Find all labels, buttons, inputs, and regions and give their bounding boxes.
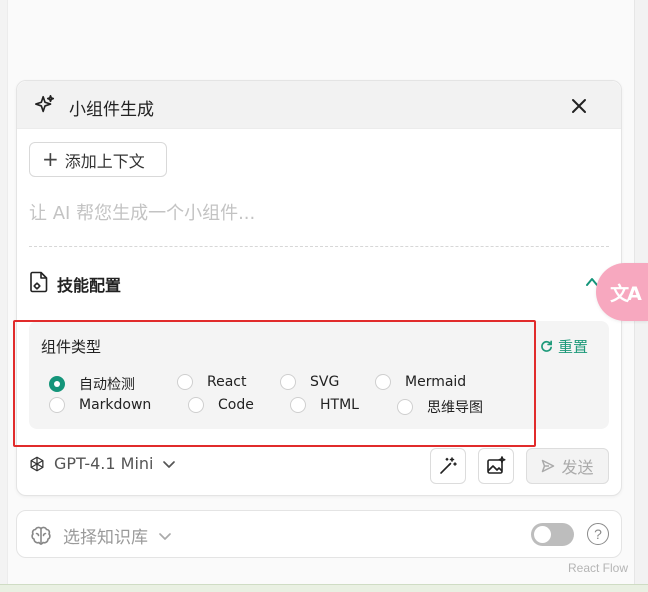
radio-button[interactable] [375, 374, 391, 390]
chevron-down-icon [162, 460, 175, 468]
translate-icon: 文A [610, 282, 642, 305]
radio-label: React [207, 374, 247, 390]
chevron-down-icon [159, 532, 171, 540]
radio-button[interactable] [290, 397, 306, 413]
translate-button[interactable]: 文A [596, 263, 648, 321]
react-flow-attribution[interactable]: React Flow [568, 561, 628, 575]
widget-generator-panel: 小组件生成 + 添加上下文 技能配置 组件类型 重置 [16, 80, 622, 496]
knowledge-base-label: 选择知识库 [63, 528, 148, 548]
left-edge [0, 0, 8, 586]
radio-auto-detect[interactable]: 自动检测 [49, 374, 135, 394]
panel-title: 小组件生成 [69, 100, 154, 120]
add-context-label: 添加上下文 [64, 151, 145, 171]
reset-label: 重置 [558, 338, 589, 356]
radio-label: Markdown [79, 397, 152, 413]
bottom-strip [0, 584, 648, 592]
reset-button[interactable]: 重置 [540, 336, 588, 357]
knowledge-base-selector[interactable]: 选择知识库 [29, 523, 172, 548]
radio-mermaid[interactable]: Mermaid [375, 374, 466, 390]
radio-button[interactable] [397, 399, 413, 415]
magic-wand-button[interactable] [430, 448, 466, 484]
model-label: GPT-4.1 Mini [54, 454, 154, 473]
image-sparkle-icon [487, 456, 506, 474]
panel-header: 小组件生成 [17, 81, 621, 129]
radio-button[interactable] [280, 374, 296, 390]
image-generate-button[interactable] [478, 448, 514, 484]
divider [29, 246, 609, 247]
knowledge-base-toggle[interactable] [531, 523, 574, 546]
radio-mindmap[interactable]: 思维导图 [397, 397, 483, 417]
prompt-input[interactable] [29, 199, 609, 227]
radio-label: 自动检测 [79, 377, 135, 393]
send-icon [542, 459, 555, 473]
radio-code[interactable]: Code [188, 397, 254, 413]
send-label: 发送 [561, 458, 594, 477]
radio-label: HTML [320, 397, 359, 413]
radio-svg[interactable]: SVG [280, 374, 339, 390]
add-context-button[interactable]: + 添加上下文 [29, 142, 167, 177]
radio-markdown[interactable]: Markdown [49, 397, 151, 413]
radio-label: Mermaid [405, 374, 467, 390]
radio-label: 思维导图 [427, 400, 483, 416]
component-type-section: 组件类型 重置 自动检测 React SVG Mermaid Markdown [29, 321, 609, 429]
radio-button[interactable] [188, 397, 204, 413]
component-type-label: 组件类型 [41, 338, 102, 356]
radio-button[interactable] [49, 376, 65, 392]
radio-react[interactable]: React [177, 374, 246, 390]
skill-config-label: 技能配置 [57, 276, 122, 295]
toggle-knob [534, 526, 551, 543]
sparkle-icon [35, 95, 55, 113]
radio-button[interactable] [49, 397, 65, 413]
plus-icon: + [42, 146, 59, 171]
help-icon[interactable]: ? [587, 523, 609, 545]
radio-label: SVG [310, 374, 340, 390]
openai-icon [30, 456, 44, 471]
refresh-icon [541, 340, 552, 352]
brain-icon [31, 526, 51, 545]
close-icon[interactable] [567, 94, 591, 118]
radio-button[interactable] [177, 374, 193, 390]
file-settings-icon [30, 271, 48, 293]
radio-label: Code [218, 397, 254, 413]
model-selector[interactable]: GPT-4.1 Mini [28, 454, 176, 473]
skill-config-row[interactable]: 技能配置 [29, 269, 609, 297]
send-button[interactable]: 发送 [526, 448, 609, 484]
radio-html[interactable]: HTML [290, 397, 359, 413]
magic-wand-icon [440, 457, 457, 474]
knowledge-base-bar: 选择知识库 ? [16, 510, 622, 558]
